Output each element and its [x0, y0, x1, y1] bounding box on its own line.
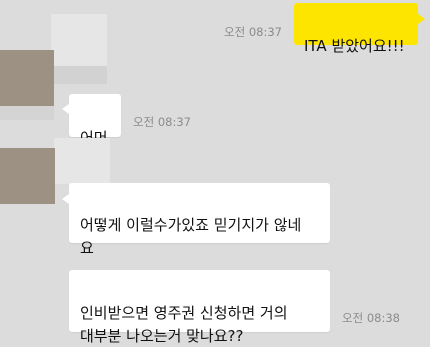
bubble-tail: [62, 194, 69, 204]
bubble-tail: [62, 104, 69, 114]
message-text: 인비받으면 영주권 신청하면 거의 대부분 나오는거 맞나요??: [80, 304, 288, 345]
message-time: 오전 08:37: [224, 25, 282, 39]
message-text: 어떻게 이럴수가있죠 믿기지가 않네 요: [80, 216, 302, 257]
incoming-message-bubble[interactable]: 어떻게 이럴수가있죠 믿기지가 않네 요: [69, 183, 330, 257]
avatar-shadow: [0, 106, 54, 120]
outgoing-message-bubble[interactable]: ITA 받았어요!!!: [294, 3, 418, 55]
bubble-tail: [418, 14, 425, 24]
avatar-photo: [0, 148, 55, 204]
avatar-photo: [0, 50, 54, 106]
message-text: ITA 받았어요!!!: [304, 37, 405, 55]
chat-screen: 오전 08:37 ITA 받았어요!!! 어머 오전 08:37 어떻게 이럴수…: [0, 0, 430, 347]
avatar-shadow: [51, 66, 107, 84]
message-time: 오전 08:38: [342, 311, 400, 325]
incoming-message-bubble[interactable]: 인비받으면 영주권 신청하면 거의 대부분 나오는거 맞나요??: [69, 270, 330, 345]
avatar-frame: [54, 138, 110, 184]
incoming-message-bubble[interactable]: 어머: [69, 94, 121, 147]
message-time: 오전 08:37: [133, 115, 191, 129]
